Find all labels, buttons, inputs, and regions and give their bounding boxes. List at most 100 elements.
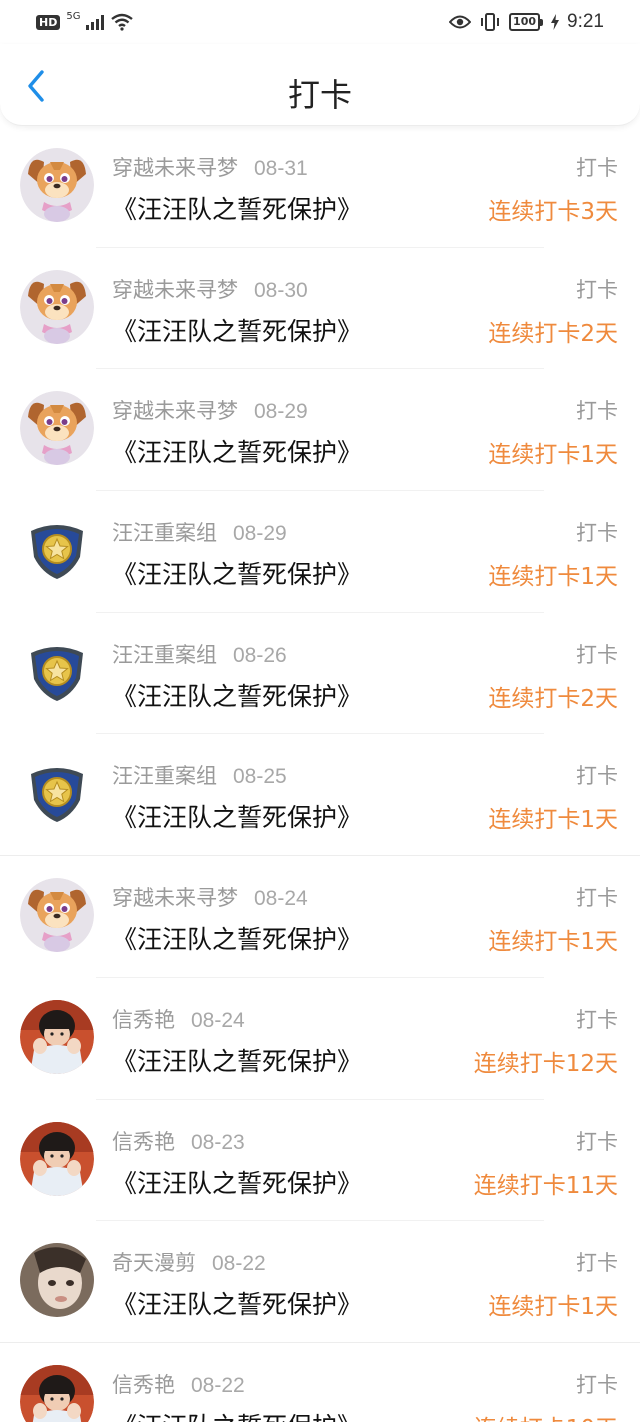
signal-icon — [86, 14, 105, 30]
checkin-date: 08-29 — [233, 522, 287, 546]
checkin-row[interactable]: 汪汪重案组 08-29 《汪汪队之誓死保护》 打卡 连续打卡1天 — [0, 491, 640, 613]
book-title: 《汪汪队之誓死保护》 — [112, 195, 363, 224]
streak-label: 连续打卡1天 — [488, 929, 618, 956]
streak-label: 连续打卡10天 — [474, 1409, 618, 1422]
username[interactable]: 信秀艳 — [112, 1373, 175, 1397]
streak-label: 连续打卡3天 — [488, 199, 618, 225]
checkin-date: 08-24 — [254, 887, 308, 911]
police-badge-icon — [20, 634, 94, 709]
checkin-row[interactable]: 穿越未来寻梦 08-30 《汪汪队之誓死保护》 打卡 连续打卡2天 — [0, 248, 640, 370]
checkin-row[interactable]: 穿越未来寻梦 08-24 《汪汪队之誓死保护》 打卡 连续打卡1天 — [0, 856, 640, 978]
status-right: 100 9:21 — [449, 11, 604, 33]
user-meta: 穿越未来寻梦 08-30 — [112, 274, 308, 304]
checkin-row[interactable]: 穿越未来寻梦 08-29 《汪汪队之誓死保护》 打卡 连续打卡1天 — [0, 369, 640, 491]
checkin-list: 穿越未来寻梦 08-31 《汪汪队之誓死保护》 打卡 连续打卡3天 穿越未来寻梦 0… — [0, 126, 640, 1422]
checkin-date: 08-30 — [254, 278, 308, 302]
checkin-row[interactable]: 信秀艳 08-22 《汪汪队之誓死保护》 打卡 连续打卡10天 — [0, 1343, 640, 1422]
hd-badge: HD — [36, 14, 61, 30]
username[interactable]: 穿越未来寻梦 — [112, 156, 238, 180]
user-meta: 信秀艳 08-22 — [112, 1369, 245, 1399]
person-photo-avatar-icon — [20, 1243, 94, 1318]
avatar[interactable] — [20, 756, 94, 831]
checkin-action-label: 打卡 — [576, 277, 618, 302]
username[interactable]: 汪汪重案组 — [112, 521, 217, 545]
puppy-avatar-icon — [20, 269, 94, 344]
avatar[interactable] — [20, 1121, 94, 1196]
child-photo-avatar-icon — [20, 999, 94, 1074]
wifi-icon — [111, 13, 134, 31]
checkin-date: 08-22 — [212, 1252, 266, 1276]
checkin-action-label: 打卡 — [576, 399, 618, 424]
checkin-action-label: 打卡 — [576, 156, 618, 180]
child-photo-avatar-icon — [20, 1364, 94, 1422]
avatar[interactable] — [20, 1364, 94, 1422]
charging-icon — [551, 14, 560, 30]
vibrate-icon — [481, 13, 500, 31]
page-title: 打卡 — [287, 76, 352, 114]
avatar[interactable] — [20, 513, 94, 588]
book-title: 《汪汪队之誓死保护》 — [112, 681, 363, 711]
avatar[interactable] — [20, 269, 94, 344]
username[interactable]: 信秀艳 — [112, 1008, 175, 1032]
status-bar: HD 5G 100 9:21 — [0, 0, 640, 44]
checkin-date: 08-24 — [191, 1008, 245, 1032]
police-badge-icon — [20, 513, 94, 588]
user-meta: 信秀艳 08-23 — [112, 1126, 245, 1156]
checkin-date: 08-29 — [254, 400, 308, 424]
checkin-row[interactable]: 穿越未来寻梦 08-31 《汪汪队之誓死保护》 打卡 连续打卡3天 — [0, 126, 640, 248]
book-title: 《汪汪队之誓死保护》 — [112, 1046, 363, 1076]
user-meta: 穿越未来寻梦 08-24 — [112, 882, 308, 912]
checkin-row[interactable]: 汪汪重案组 08-26 《汪汪队之誓死保护》 打卡 连续打卡2天 — [0, 613, 640, 735]
book-title: 《汪汪队之誓死保护》 — [112, 1407, 362, 1422]
clock: 9:21 — [567, 11, 604, 32]
username[interactable]: 穿越未来寻梦 — [112, 399, 238, 423]
user-meta: 奇天漫剪 08-22 — [112, 1247, 266, 1277]
user-meta: 汪汪重案组 08-26 — [112, 639, 287, 669]
checkin-action-label: 打卡 — [576, 764, 618, 789]
status-left: HD 5G — [36, 10, 134, 31]
checkin-row[interactable]: 信秀艳 08-23 《汪汪队之誓死保护》 打卡 连续打卡11天 — [0, 1100, 640, 1222]
checkin-date: 08-25 — [233, 765, 287, 789]
app-header: 打卡 — [0, 44, 640, 126]
avatar[interactable] — [20, 1243, 94, 1318]
username[interactable]: 信秀艳 — [112, 1130, 175, 1154]
username[interactable]: 汪汪重案组 — [112, 643, 217, 667]
username[interactable]: 奇天漫剪 — [112, 1251, 196, 1275]
username[interactable]: 穿越未来寻梦 — [112, 886, 238, 910]
streak-label: 连续打卡1天 — [488, 564, 618, 591]
checkin-action-label: 打卡 — [576, 886, 618, 911]
avatar[interactable] — [20, 391, 94, 466]
eye-icon — [449, 15, 472, 29]
network-type: 5G — [66, 10, 81, 22]
user-meta: 穿越未来寻梦 08-31 — [112, 152, 308, 182]
book-title: 《汪汪队之誓死保护》 — [112, 1290, 363, 1320]
book-title: 《汪汪队之誓死保护》 — [112, 925, 363, 955]
avatar[interactable] — [20, 878, 94, 953]
avatar[interactable] — [20, 148, 94, 222]
checkin-date: 08-26 — [233, 643, 287, 667]
streak-label: 连续打卡2天 — [488, 320, 618, 347]
avatar[interactable] — [20, 634, 94, 709]
battery-icon: 100 — [509, 13, 544, 31]
checkin-row[interactable]: 汪汪重案组 08-25 《汪汪队之誓死保护》 打卡 连续打卡1天 — [0, 734, 640, 856]
book-title: 《汪汪队之誓死保护》 — [112, 438, 363, 468]
puppy-avatar-icon — [20, 391, 94, 466]
checkin-row[interactable]: 信秀艳 08-24 《汪汪队之誓死保护》 打卡 连续打卡12天 — [0, 978, 640, 1100]
puppy-avatar-icon — [20, 878, 94, 953]
book-title: 《汪汪队之誓死保护》 — [112, 1168, 363, 1198]
username[interactable]: 汪汪重案组 — [112, 764, 217, 788]
user-meta: 汪汪重案组 08-29 — [112, 517, 287, 547]
checkin-date: 08-23 — [191, 1130, 245, 1154]
puppy-avatar-icon — [20, 148, 94, 222]
battery-level: 100 — [509, 13, 541, 31]
checkin-action-label: 打卡 — [576, 1372, 618, 1397]
checkin-date: 08-31 — [254, 157, 308, 180]
checkin-row[interactable]: 奇天漫剪 08-22 《汪汪队之誓死保护》 打卡 连续打卡1天 — [0, 1221, 640, 1343]
username[interactable]: 穿越未来寻梦 — [112, 278, 238, 302]
avatar[interactable] — [20, 999, 94, 1074]
streak-label: 连续打卡1天 — [488, 442, 618, 469]
book-title: 《汪汪队之誓死保护》 — [112, 560, 363, 590]
book-title: 《汪汪队之誓死保护》 — [112, 316, 363, 346]
user-meta: 汪汪重案组 08-25 — [112, 760, 287, 790]
checkin-date: 08-22 — [191, 1373, 245, 1397]
